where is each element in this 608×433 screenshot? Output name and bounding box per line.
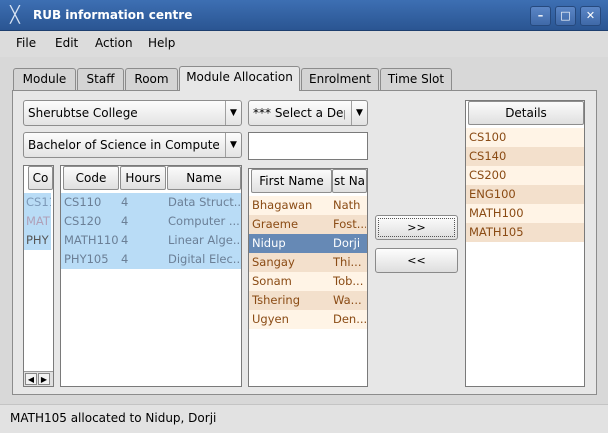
cell-name: Digital Elec... <box>168 252 240 266</box>
module-table[interactable]: Code Hours Name CS110 4 Data Struct... C… <box>60 165 242 387</box>
list-item[interactable]: PHY <box>24 231 51 250</box>
tab-module-allocation[interactable]: Module Allocation <box>179 66 300 91</box>
list-item[interactable]: CS140 <box>466 147 584 166</box>
table-row[interactable]: MATH110 4 Linear Alge... <box>61 231 241 250</box>
list-item[interactable]: MATH <box>24 212 51 231</box>
window-title: RUB information centre <box>33 8 193 22</box>
college-combo[interactable]: Sherubtse College ▼ <box>23 100 242 126</box>
chevron-down-icon: ▼ <box>225 101 241 125</box>
table-row[interactable]: Ugyen Den... <box>249 310 367 329</box>
table-row[interactable]: PHY105 4 Digital Elec... <box>61 250 241 269</box>
cell-first-name: Nidup <box>252 236 286 250</box>
status-text: MATH105 allocated to Nidup, Dorji <box>10 411 217 425</box>
cell-hours: 4 <box>121 214 129 228</box>
tab-time-slot[interactable]: Time Slot <box>380 68 452 90</box>
list-item[interactable]: ENG100 <box>466 185 584 204</box>
staff-table[interactable]: First Name st Na Bhagawan Nath Graeme Fo… <box>248 168 368 387</box>
menu-help[interactable]: Help <box>148 36 175 50</box>
cell-code: MATH110 <box>64 233 118 247</box>
cell-last-name: Den... <box>333 312 366 326</box>
maximize-icon: □ <box>560 9 571 22</box>
table-row-selected[interactable]: Nidup Dorji <box>249 234 367 253</box>
college-combo-value: Sherubtse College <box>28 106 138 120</box>
cell-code: CS120 <box>64 214 102 228</box>
table-row[interactable]: Graeme Fost... <box>249 215 367 234</box>
title-bar[interactable]: ╳ RUB information centre – □ ✕ <box>0 0 608 31</box>
cell-code: CS110 <box>64 195 102 209</box>
list-item[interactable]: CS100 <box>466 128 584 147</box>
cell-hours: 4 <box>121 195 129 209</box>
menu-file[interactable]: File <box>16 36 36 50</box>
cell-first-name: Tshering <box>252 293 300 307</box>
cell-first-name: Bhagawan <box>252 198 313 212</box>
list-item[interactable]: CS110 <box>24 193 51 212</box>
scroll-right-icon[interactable]: ▶ <box>38 373 50 385</box>
table-row[interactable]: Sangay Thi... <box>249 253 367 272</box>
details-list[interactable]: Details CS100 CS140 CS200 ENG100 MATH100… <box>465 100 585 387</box>
cell-last-name: Fost... <box>333 217 366 231</box>
menu-action[interactable]: Action <box>95 36 133 50</box>
column-header-last-name[interactable]: st Na <box>332 169 367 193</box>
tab-staff[interactable]: Staff <box>77 68 124 90</box>
close-icon: ✕ <box>585 9 596 22</box>
column-header-name[interactable]: Name <box>167 166 241 190</box>
allocate-button[interactable]: >> <box>375 215 458 240</box>
column-header[interactable]: Co <box>28 166 53 190</box>
cell-first-name: Sangay <box>252 255 295 269</box>
tab-room[interactable]: Room <box>125 68 178 90</box>
cell-code: PHY105 <box>64 252 109 266</box>
cell-last-name: Dorji <box>333 236 361 250</box>
column-header-code[interactable]: Code <box>63 166 119 190</box>
list-item[interactable]: MATH105 <box>466 223 584 242</box>
programme-combo-value: Bachelor of Science in Computer Sc <box>28 138 219 152</box>
column-header-first-name[interactable]: First Name <box>251 169 332 193</box>
deallocate-button[interactable]: << <box>375 248 458 273</box>
details-header[interactable]: Details <box>468 101 584 125</box>
scroll-left-icon[interactable]: ◀ <box>25 373 37 385</box>
list-item[interactable]: CS200 <box>466 166 584 185</box>
maximize-button[interactable]: □ <box>555 6 576 26</box>
app-logo-icon: ╳ <box>10 5 20 24</box>
programme-combo[interactable]: Bachelor of Science in Computer Sc ▼ <box>23 132 242 158</box>
status-bar: MATH105 allocated to Nidup, Dorji <box>0 404 608 433</box>
cell-name: Computer ... <box>168 214 240 228</box>
search-input[interactable] <box>248 132 368 160</box>
minimize-button[interactable]: – <box>530 6 551 26</box>
cell-hours: 4 <box>121 233 129 247</box>
cell-last-name: Thi... <box>333 255 362 269</box>
list-item[interactable]: MATH100 <box>466 204 584 223</box>
cell-last-name: Tob... <box>333 274 364 288</box>
cell-hours: 4 <box>121 252 129 266</box>
table-row[interactable]: Tshering Wa... <box>249 291 367 310</box>
cell-last-name: Wa... <box>333 293 362 307</box>
close-button[interactable]: ✕ <box>580 6 601 26</box>
table-row[interactable]: Bhagawan Nath <box>249 196 367 215</box>
cell-first-name: Graeme <box>252 217 299 231</box>
menu-edit[interactable]: Edit <box>55 36 78 50</box>
chevron-down-icon: ▼ <box>351 101 367 125</box>
cell-first-name: Ugyen <box>252 312 289 326</box>
minimize-icon: – <box>537 9 544 22</box>
horizontal-scrollbar[interactable]: ◀ ▶ <box>24 371 53 386</box>
department-combo[interactable]: *** Select a Depa ▼ <box>248 100 368 126</box>
menu-bar: File Edit Action Help <box>0 31 608 57</box>
chevron-down-icon: ▼ <box>225 133 241 157</box>
tab-enrolment[interactable]: Enrolment <box>301 68 379 90</box>
cell-name: Linear Alge... <box>168 233 240 247</box>
cell-last-name: Nath <box>333 198 361 212</box>
column-header-hours[interactable]: Hours <box>120 166 166 190</box>
cell-first-name: Sonam <box>252 274 292 288</box>
table-row[interactable]: CS120 4 Computer ... <box>61 212 241 231</box>
table-row[interactable]: CS110 4 Data Struct... <box>61 193 241 212</box>
table-row[interactable]: Sonam Tob... <box>249 272 367 291</box>
module-code-list[interactable]: Co CS110 MATH PHY ◀ ▶ <box>23 165 54 387</box>
cell-name: Data Struct... <box>168 195 240 209</box>
tab-module[interactable]: Module <box>13 68 76 90</box>
department-combo-value: *** Select a Depa <box>253 106 345 120</box>
